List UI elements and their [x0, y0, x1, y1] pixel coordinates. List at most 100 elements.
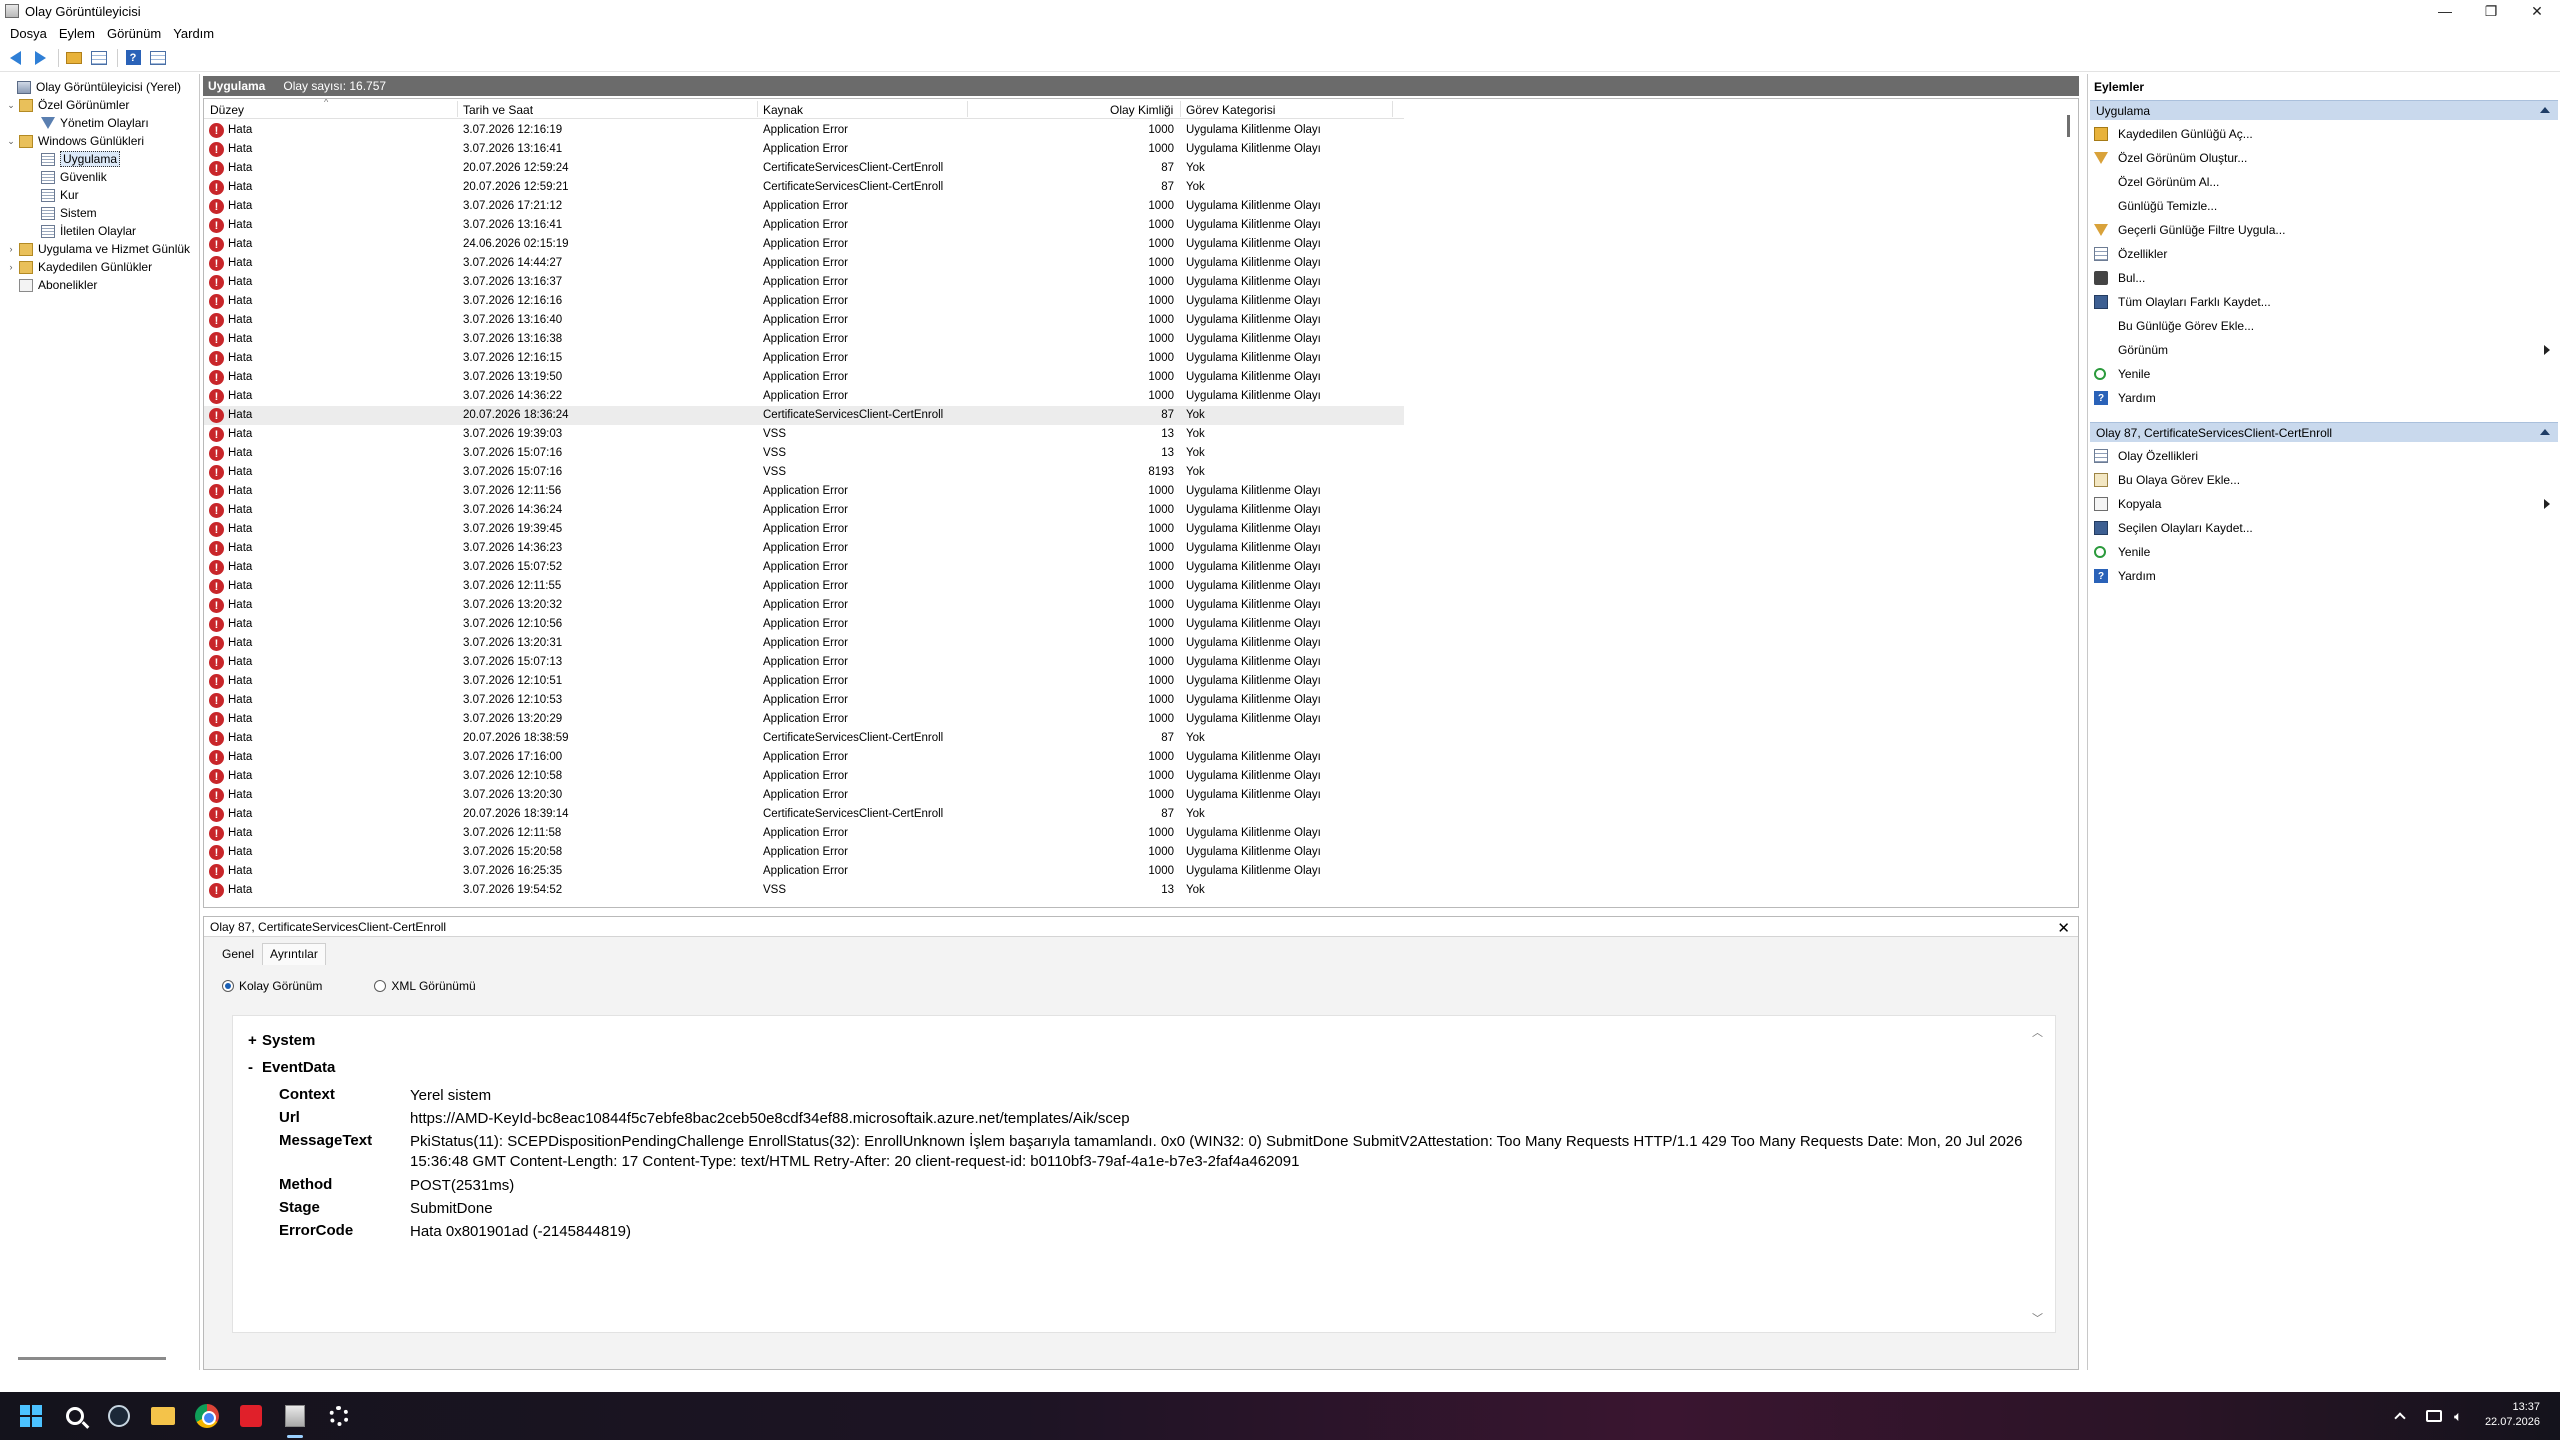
- menu-view[interactable]: Görünüm: [101, 26, 167, 41]
- action-item[interactable]: ? Yardım: [2094, 566, 2556, 586]
- event-row[interactable]: ! Hata 20.07.2026 18:38:59 CertificateServi…: [204, 729, 1404, 748]
- event-row[interactable]: ! Hata 3.07.2026 13:16:41 Application Error…: [204, 140, 1404, 159]
- event-row[interactable]: ! Hata 20.07.2026 18:36:24 CertificateServi…: [204, 406, 1404, 425]
- collapse-toggle[interactable]: -: [248, 1059, 262, 1076]
- xml-view-label[interactable]: XML Görünümü: [391, 979, 475, 993]
- search-button[interactable]: [62, 1403, 88, 1429]
- action-item[interactable]: Günlüğü Temizle...: [2094, 196, 2556, 216]
- event-row[interactable]: ! Hata 3.07.2026 12:10:51 Application Error…: [204, 672, 1404, 691]
- action-item[interactable]: ? Yardım: [2094, 388, 2556, 408]
- column-separator[interactable]: [1392, 101, 1393, 117]
- tree-expander[interactable]: ›: [6, 262, 16, 272]
- event-row[interactable]: ! Hata 3.07.2026 15:07:16 VSS 13 Yok: [204, 444, 1404, 463]
- tree-item-forwarded-events[interactable]: İletilen Olaylar: [28, 222, 136, 240]
- action-group-application[interactable]: Uygulama: [2090, 100, 2558, 120]
- maximize-button[interactable]: ❐: [2468, 0, 2514, 22]
- event-row[interactable]: ! Hata 3.07.2026 14:36:22 Application Error…: [204, 387, 1404, 406]
- column-header-source[interactable]: Kaynak: [763, 103, 803, 117]
- forward-button[interactable]: [29, 47, 51, 69]
- event-row[interactable]: ! Hata 20.07.2026 12:59:24 CertificateServi…: [204, 159, 1404, 178]
- action-item[interactable]: Kopyala: [2094, 494, 2556, 514]
- tree-item-custom-views[interactable]: ⌄ Özel Görünümler: [6, 96, 129, 114]
- tree-item-security[interactable]: Güvenlik: [28, 168, 107, 186]
- menu-help[interactable]: Yardım: [167, 26, 220, 41]
- red-app-button[interactable]: [238, 1403, 264, 1429]
- minimize-button[interactable]: —: [2422, 0, 2468, 22]
- action-item[interactable]: Bu Olaya Görev Ekle...: [2094, 470, 2556, 490]
- event-row[interactable]: ! Hata 20.07.2026 12:59:21 CertificateServi…: [204, 178, 1404, 197]
- column-header-task-category[interactable]: Görev Kategorisi: [1186, 103, 1275, 117]
- column-separator[interactable]: [457, 101, 458, 117]
- start-button[interactable]: [18, 1403, 44, 1429]
- column-separator[interactable]: [1180, 101, 1181, 117]
- event-row[interactable]: ! Hata 3.07.2026 12:11:58 Application Error…: [204, 824, 1404, 843]
- tree-item-windows-logs[interactable]: ⌄ Windows Günlükleri: [6, 132, 144, 150]
- chrome-button[interactable]: [194, 1403, 220, 1429]
- settings-button[interactable]: [326, 1403, 352, 1429]
- detail-close-button[interactable]: ✕: [2057, 919, 2070, 937]
- action-item[interactable]: Olay Özellikleri: [2094, 446, 2556, 466]
- event-row[interactable]: ! Hata 3.07.2026 17:16:00 Application Error…: [204, 748, 1404, 767]
- action-item[interactable]: Yenile: [2094, 542, 2556, 562]
- tree-expander[interactable]: ⌄: [6, 136, 16, 147]
- expand-toggle[interactable]: +: [248, 1032, 262, 1049]
- friendly-view-radio[interactable]: [222, 980, 234, 992]
- file-explorer-button[interactable]: [150, 1403, 176, 1429]
- taskbar-clock[interactable]: 13:37 22.07.2026: [2460, 1400, 2540, 1430]
- event-row[interactable]: ! Hata 3.07.2026 15:07:52 Application Error…: [204, 558, 1404, 577]
- system-section[interactable]: + System: [248, 1032, 315, 1049]
- show-hide-tree-button[interactable]: [88, 47, 110, 69]
- event-row[interactable]: ! Hata 20.07.2026 18:39:14 CertificateServi…: [204, 805, 1404, 824]
- back-button[interactable]: [4, 47, 26, 69]
- help-button[interactable]: ?: [122, 47, 144, 69]
- event-row[interactable]: ! Hata 3.07.2026 15:20:58 Application Error…: [204, 843, 1404, 862]
- event-row[interactable]: ! Hata 3.07.2026 17:21:12 Application Error…: [204, 197, 1404, 216]
- event-row[interactable]: ! Hata 24.06.2026 02:15:19 Application Erro…: [204, 235, 1404, 254]
- event-row[interactable]: ! Hata 3.07.2026 19:39:45 Application Error…: [204, 520, 1404, 539]
- tree-item-system[interactable]: Sistem: [28, 204, 97, 222]
- event-list-scrollbar[interactable]: [2067, 115, 2070, 137]
- event-row[interactable]: ! Hata 3.07.2026 12:10:58 Application Error…: [204, 767, 1404, 786]
- scroll-up-icon[interactable]: ︿: [2032, 1024, 2043, 1040]
- tree-item-subscriptions[interactable]: Abonelikler: [6, 276, 97, 294]
- event-row[interactable]: ! Hata 3.07.2026 13:20:29 Application Error…: [204, 710, 1404, 729]
- tab-general[interactable]: Genel: [214, 943, 262, 965]
- event-row[interactable]: ! Hata 3.07.2026 14:44:27 Application Error…: [204, 254, 1404, 273]
- network-icon[interactable]: [2426, 1410, 2442, 1422]
- tree-item-application[interactable]: Uygulama: [28, 150, 121, 168]
- menu-action[interactable]: Eylem: [53, 26, 101, 41]
- event-row[interactable]: ! Hata 3.07.2026 14:36:24 Application Error…: [204, 501, 1404, 520]
- action-item[interactable]: Görünüm: [2094, 340, 2556, 360]
- column-separator[interactable]: [967, 101, 968, 117]
- event-row[interactable]: ! Hata 3.07.2026 13:16:37 Application Error…: [204, 273, 1404, 292]
- tree-item-admin-events[interactable]: Yönetim Olayları: [28, 114, 149, 132]
- action-item[interactable]: Özellikler: [2094, 244, 2556, 264]
- event-row[interactable]: ! Hata 3.07.2026 12:16:16 Application Error…: [204, 292, 1404, 311]
- column-header-event-id[interactable]: Olay Kimliği: [1110, 103, 1173, 117]
- event-row[interactable]: ! Hata 3.07.2026 19:39:03 VSS 13 Yok: [204, 425, 1404, 444]
- steam-button[interactable]: [106, 1403, 132, 1429]
- column-header-date[interactable]: Tarih ve Saat: [463, 103, 533, 117]
- eventdata-section[interactable]: - EventData: [248, 1059, 335, 1076]
- action-item[interactable]: Özel Görünüm Oluştur...: [2094, 148, 2556, 168]
- action-item[interactable]: Kaydedilen Günlüğü Aç...: [2094, 124, 2556, 144]
- event-row[interactable]: ! Hata 3.07.2026 15:07:13 Application Error…: [204, 653, 1404, 672]
- tree-expander[interactable]: ⌄: [6, 100, 16, 111]
- event-row[interactable]: ! Hata 3.07.2026 14:36:23 Application Error…: [204, 539, 1404, 558]
- tree-item-root[interactable]: Olay Görüntüleyicisi (Yerel): [4, 78, 181, 96]
- event-viewer-taskbar-button[interactable]: [282, 1403, 308, 1429]
- event-row[interactable]: ! Hata 3.07.2026 13:16:40 Application Error…: [204, 311, 1404, 330]
- action-item[interactable]: Bul...: [2094, 268, 2556, 288]
- event-row[interactable]: ! Hata 3.07.2026 13:20:31 Application Error…: [204, 634, 1404, 653]
- event-row[interactable]: ! Hata 3.07.2026 19:54:52 VSS 13 Yok: [204, 881, 1404, 900]
- show-hidden-icons-icon[interactable]: [2394, 1412, 2406, 1424]
- event-row[interactable]: ! Hata 3.07.2026 12:16:15 Application Error…: [204, 349, 1404, 368]
- show-hide-action-pane-button[interactable]: [147, 47, 169, 69]
- event-row[interactable]: ! Hata 3.07.2026 13:16:41 Application Error…: [204, 216, 1404, 235]
- column-separator[interactable]: [757, 101, 758, 117]
- scroll-down-icon[interactable]: ﹀: [2032, 1310, 2043, 1326]
- event-row[interactable]: ! Hata 3.07.2026 12:10:56 Application Error…: [204, 615, 1404, 634]
- tree-item-app-service-logs[interactable]: › Uygulama ve Hizmet Günlük: [6, 240, 191, 258]
- up-folder-button[interactable]: [63, 47, 85, 69]
- event-row[interactable]: ! Hata 3.07.2026 12:11:56 Application Error…: [204, 482, 1404, 501]
